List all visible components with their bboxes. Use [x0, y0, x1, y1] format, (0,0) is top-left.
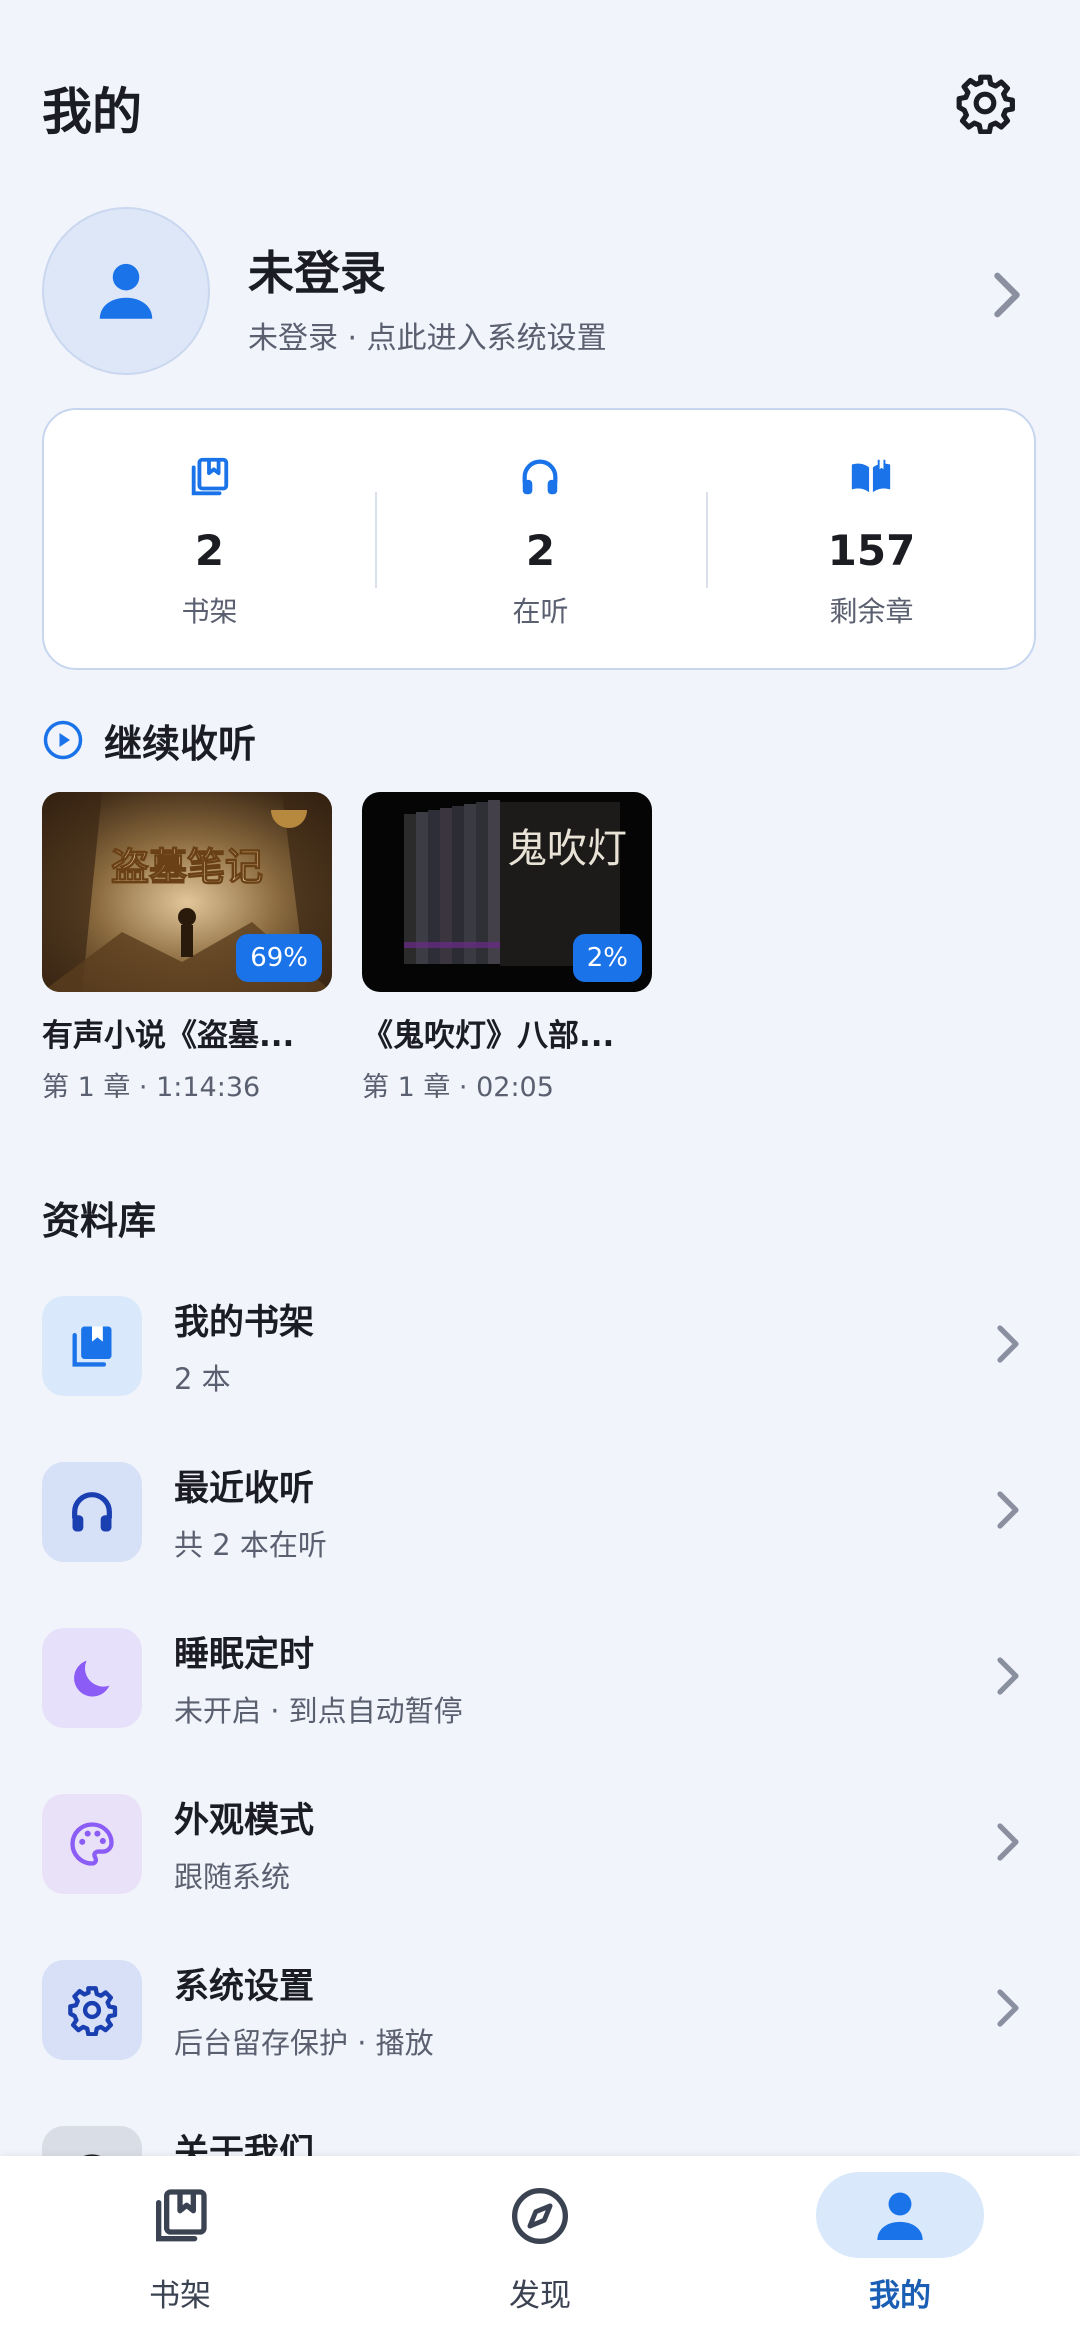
book-cover: 鬼吹灯 2% [362, 792, 652, 992]
person-icon [877, 2192, 923, 2240]
card-meta: 第 1 章 · 02:05 [362, 1072, 554, 1103]
nav-label: 发现 [509, 2278, 571, 2314]
library-icon-tile [42, 1462, 142, 1562]
stat-listening[interactable]: 2 在听 [375, 410, 706, 672]
cover-title: 盗墓笔记 [111, 844, 263, 889]
chevron-right-icon [997, 1325, 1019, 1363]
bottom-nav: 书架 发现 我的 [0, 2156, 1080, 2326]
section-title: 继续收听 [104, 721, 257, 766]
library-item-appearance[interactable]: 外观模式 跟随系统 [0, 1774, 1080, 1914]
library-item-label: 系统设置 [174, 1967, 315, 2007]
progress-badge: 69% [236, 934, 322, 982]
stat-label: 剩余章 [829, 595, 914, 628]
library-item-sleep-timer[interactable]: 睡眠定时 未开启 · 到点自动暂停 [0, 1608, 1080, 1748]
palette-icon [70, 1822, 114, 1866]
play-circle-icon [43, 720, 83, 760]
library-item-label: 最近收听 [174, 1469, 315, 1509]
bookshelf-icon [156, 2189, 207, 2242]
chevron-right-icon [997, 1657, 1019, 1695]
stats-card: 2 书架 2 在听 157 剩余章 [42, 408, 1036, 670]
library-icon-tile [42, 1960, 142, 2060]
card-meta: 第 1 章 · 1:14:36 [42, 1072, 261, 1103]
library-item-system-settings[interactable]: 系统设置 后台留存保护 · 播放 [0, 1940, 1080, 2080]
stat-label: 在听 [512, 595, 569, 628]
library-item-sub: 未开启 · 到点自动暂停 [174, 1694, 463, 1728]
moon-icon [74, 1660, 110, 1697]
continue-listening-header: 继续收听 [42, 712, 256, 768]
compass-icon [512, 2188, 568, 2244]
profile-row[interactable]: 未登录 未登录 · 点此进入系统设置 [0, 205, 1080, 385]
stat-bookshelf[interactable]: 2 书架 [44, 410, 375, 672]
profile-page: 我的 未登录 未登录 · 点此进入系统设置 2 书架 2 在听 157 剩余章 … [0, 0, 1080, 2326]
card-title: 《鬼吹灯》八部... [362, 1018, 615, 1054]
library-icon-tile [42, 1296, 142, 1396]
nav-label: 书架 [149, 2278, 211, 2314]
profile-subtitle: 未登录 · 点此进入系统设置 [248, 321, 607, 356]
header: 我的 [0, 0, 1080, 210]
library-item-sub: 2 本 [174, 1362, 231, 1396]
library-item-label: 睡眠定时 [174, 1635, 315, 1675]
stat-value: 2 [194, 526, 225, 575]
gear-icon [956, 74, 1015, 135]
library-icon-tile [42, 1794, 142, 1894]
book-cover: 盗墓笔记 69% [42, 792, 332, 992]
settings-button[interactable] [954, 72, 1016, 135]
nav-label: 我的 [869, 2278, 931, 2314]
progress-badge: 2% [572, 934, 642, 982]
bookshelf-icon [72, 1326, 112, 1367]
avatar [42, 207, 210, 375]
nav-item-discover[interactable]: 发现 [360, 2156, 720, 2326]
library-item-label: 我的书架 [174, 1303, 315, 1343]
stat-value: 2 [525, 526, 556, 575]
stat-value: 157 [827, 526, 916, 575]
nav-item-me[interactable]: 我的 [720, 2156, 1080, 2326]
page-title: 我的 [42, 83, 142, 141]
card-title: 有声小说《盗墓... [42, 1018, 295, 1054]
stat-label: 书架 [181, 595, 238, 628]
chevron-right-icon [994, 272, 1020, 318]
library-item-sub: 共 2 本在听 [174, 1528, 327, 1562]
library-item-sub: 后台留存保护 · 播放 [174, 2026, 434, 2060]
library-title: 资料库 [42, 1199, 157, 1243]
stat-remaining[interactable]: 157 剩余章 [706, 410, 1037, 672]
chevron-right-icon [997, 1823, 1019, 1861]
library-item-bookshelf[interactable]: 我的书架 2 本 [0, 1276, 1080, 1416]
chevron-right-icon [997, 1491, 1019, 1529]
nav-item-bookshelf[interactable]: 书架 [0, 2156, 360, 2326]
headphones-icon [72, 1492, 112, 1532]
cover-title: 鬼吹灯 [507, 826, 627, 872]
headphones-icon [522, 459, 558, 495]
continue-card[interactable]: 鬼吹灯 2% 《鬼吹灯》八部... 第 1 章 · 02:05 [362, 792, 652, 1104]
library-item-recent[interactable]: 最近收听 共 2 本在听 [0, 1442, 1080, 1582]
library-icon-tile [42, 1628, 142, 1728]
library-item-sub: 跟随系统 [174, 1860, 291, 1894]
library-item-label: 外观模式 [174, 1801, 315, 1841]
open-book-icon [851, 459, 891, 493]
bookshelf-icon [191, 457, 229, 496]
profile-name: 未登录 [248, 246, 386, 300]
chevron-right-icon [997, 1989, 1019, 2027]
gear-icon [68, 1986, 118, 2036]
continue-card[interactable]: 盗墓笔记 69% 有声小说《盗墓... 第 1 章 · 1:14:36 [42, 792, 332, 1104]
person-icon [99, 263, 153, 319]
